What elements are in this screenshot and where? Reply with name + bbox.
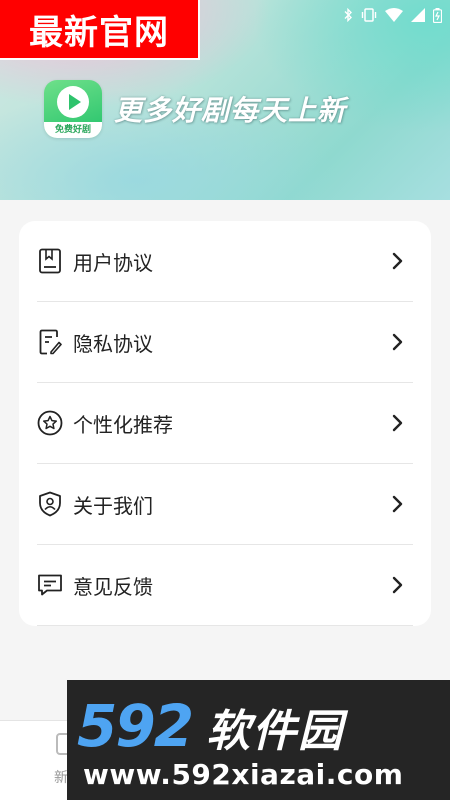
- chevron-right-icon: [391, 413, 405, 433]
- brand-row: 免费好剧 更多好剧每天上新: [44, 80, 346, 138]
- status-bar: [343, 6, 442, 24]
- edit-document-icon: [37, 329, 63, 355]
- menu-item-feedback[interactable]: 意见反馈: [37, 545, 413, 626]
- chevron-right-icon: [391, 494, 405, 514]
- menu-item-label: 用户协议: [73, 250, 153, 275]
- menu-item-label: 意见反馈: [73, 574, 153, 599]
- signal-icon: [411, 8, 425, 22]
- watermark-logo: 592 软件园: [77, 692, 447, 760]
- app-logo-caption: 免费好剧: [44, 122, 102, 138]
- play-icon: [57, 86, 89, 118]
- bluetooth-icon: [343, 8, 353, 22]
- menu-item-personalized-recommendation[interactable]: 个性化推荐: [37, 383, 413, 464]
- watermark-brand-text: 软件园: [206, 706, 345, 757]
- star-icon: [37, 410, 63, 436]
- menu-item-privacy-policy[interactable]: 隐私协议: [37, 302, 413, 383]
- watermark-brand-number: 592: [77, 692, 194, 760]
- wifi-icon: [385, 8, 403, 22]
- chevron-right-icon: [391, 251, 405, 271]
- watermark-url: www.592xiazai.com: [83, 758, 404, 791]
- slogan: 更多好剧每天上新: [114, 94, 347, 127]
- feedback-icon: [37, 572, 63, 598]
- menu-item-user-agreement[interactable]: 用户协议: [37, 221, 413, 302]
- document-icon: [37, 248, 63, 274]
- settings-menu-card: 用户协议 隐私协议 个性化推荐 关于我们 意见反馈: [19, 221, 431, 626]
- app-logo: 免费好剧: [44, 80, 102, 138]
- chevron-right-icon: [391, 332, 405, 352]
- menu-item-label: 隐私协议: [73, 331, 153, 356]
- menu-item-label: 个性化推荐: [73, 412, 173, 437]
- shield-user-icon: [37, 491, 63, 517]
- menu-item-label: 关于我们: [73, 493, 153, 518]
- watermark-592-banner: 592 软件园 www.592xiazai.com: [67, 680, 450, 800]
- watermark-top-left: 最新官网: [0, 0, 200, 60]
- battery-icon: [433, 7, 442, 23]
- chevron-right-icon: [391, 575, 405, 595]
- menu-item-about-us[interactable]: 关于我们: [37, 464, 413, 545]
- vibrate-icon: [361, 8, 377, 22]
